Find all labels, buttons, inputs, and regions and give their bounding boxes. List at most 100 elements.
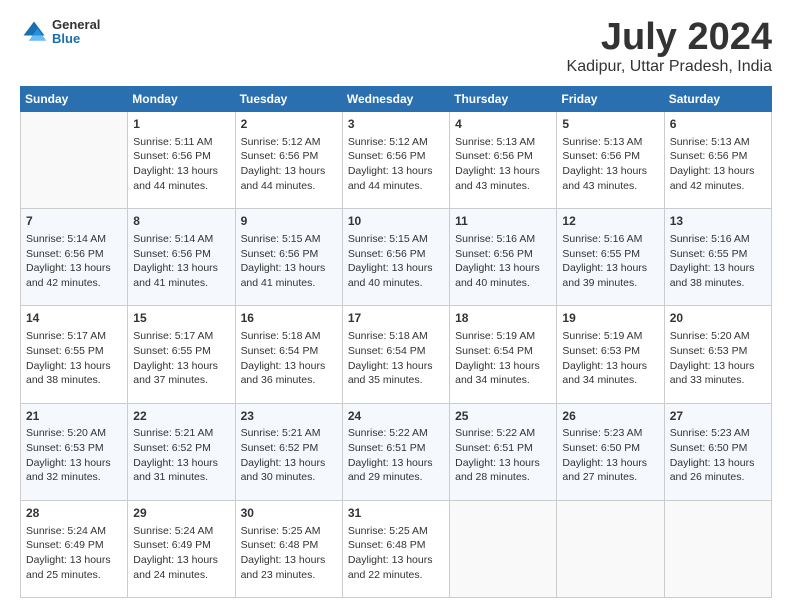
daylight-text: Daylight: 13 hours and 25 minutes. [26,554,111,581]
sunrise-text: Sunrise: 5:22 AM [348,427,428,439]
logo-line2: Blue [52,32,100,46]
daylight-text: Daylight: 13 hours and 28 minutes. [455,457,540,484]
sunrise-text: Sunrise: 5:16 AM [670,233,750,245]
daylight-text: Daylight: 13 hours and 42 minutes. [670,165,755,192]
sunrise-text: Sunrise: 5:13 AM [562,136,642,148]
sunset-text: Sunset: 6:55 PM [26,345,104,357]
sunrise-text: Sunrise: 5:16 AM [455,233,535,245]
daylight-text: Daylight: 13 hours and 22 minutes. [348,554,433,581]
sunset-text: Sunset: 6:49 PM [26,539,104,551]
calendar-cell [557,500,664,597]
sunset-text: Sunset: 6:52 PM [133,442,211,454]
calendar-cell: 6Sunrise: 5:13 AMSunset: 6:56 PMDaylight… [664,112,771,209]
day-number: 12 [562,213,658,230]
day-number: 10 [348,213,444,230]
page-title: July 2024 [567,18,772,56]
day-number: 29 [133,505,229,522]
daylight-text: Daylight: 13 hours and 36 minutes. [241,360,326,387]
column-header-saturday: Saturday [664,87,771,112]
calendar-table: SundayMondayTuesdayWednesdayThursdayFrid… [20,86,772,598]
calendar-cell: 2Sunrise: 5:12 AMSunset: 6:56 PMDaylight… [235,112,342,209]
sunrise-text: Sunrise: 5:12 AM [348,136,428,148]
day-number: 4 [455,116,551,133]
column-header-tuesday: Tuesday [235,87,342,112]
sunrise-text: Sunrise: 5:19 AM [455,330,535,342]
daylight-text: Daylight: 13 hours and 34 minutes. [562,360,647,387]
logo: General Blue [20,18,100,47]
column-header-thursday: Thursday [450,87,557,112]
day-number: 25 [455,408,551,425]
sunrise-text: Sunrise: 5:21 AM [241,427,321,439]
sunrise-text: Sunrise: 5:15 AM [241,233,321,245]
day-number: 7 [26,213,122,230]
daylight-text: Daylight: 13 hours and 44 minutes. [241,165,326,192]
sunrise-text: Sunrise: 5:23 AM [670,427,750,439]
calendar-cell: 14Sunrise: 5:17 AMSunset: 6:55 PMDayligh… [21,306,128,403]
day-number: 28 [26,505,122,522]
sunrise-text: Sunrise: 5:20 AM [670,330,750,342]
sunrise-text: Sunrise: 5:21 AM [133,427,213,439]
calendar-cell: 7Sunrise: 5:14 AMSunset: 6:56 PMDaylight… [21,209,128,306]
logo-line1: General [52,18,100,32]
column-header-wednesday: Wednesday [342,87,449,112]
calendar-cell: 18 Sunrise: 5:19 AM Sunset: 6:54 PM Dayligh… [450,306,557,403]
header-row: SundayMondayTuesdayWednesdayThursdayFrid… [21,87,772,112]
day-number: 14 [26,310,122,327]
sunset-text: Sunset: 6:56 PM [241,150,319,162]
sunset-text: Sunset: 6:54 PM [455,345,533,357]
daylight-text: Daylight: 13 hours and 38 minutes. [670,262,755,289]
daylight-text: Daylight: 13 hours and 38 minutes. [26,360,111,387]
sunset-text: Sunset: 6:56 PM [133,248,211,260]
day-number: 2 [241,116,337,133]
sunrise-text: Sunrise: 5:20 AM [26,427,106,439]
calendar-cell: 1Sunrise: 5:11 AMSunset: 6:56 PMDaylight… [128,112,235,209]
title-block: July 2024 Kadipur, Uttar Pradesh, India [567,18,772,76]
calendar-cell: 9Sunrise: 5:15 AMSunset: 6:56 PMDaylight… [235,209,342,306]
daylight-text: Daylight: 13 hours and 42 minutes. [26,262,111,289]
daylight-text: Daylight: 13 hours and 39 minutes. [562,262,647,289]
calendar-cell: 8Sunrise: 5:14 AMSunset: 6:56 PMDaylight… [128,209,235,306]
sunrise-text: Sunrise: 5:15 AM [348,233,428,245]
calendar-cell: 11Sunrise: 5:16 AMSunset: 6:56 PMDayligh… [450,209,557,306]
page-subtitle: Kadipur, Uttar Pradesh, India [567,58,772,76]
sunset-text: Sunset: 6:56 PM [348,248,426,260]
daylight-text: Daylight: 13 hours and 31 minutes. [133,457,218,484]
calendar-body: 1Sunrise: 5:11 AMSunset: 6:56 PMDaylight… [21,112,772,598]
daylight-text: Daylight: 13 hours and 40 minutes. [348,262,433,289]
sunrise-text: Sunrise: 5:13 AM [670,136,750,148]
calendar-cell: 4Sunrise: 5:13 AMSunset: 6:56 PMDaylight… [450,112,557,209]
daylight-text: Daylight: 13 hours and 44 minutes. [133,165,218,192]
sunrise-text: Sunrise: 5:18 AM [348,330,428,342]
calendar-cell: 30Sunrise: 5:25 AMSunset: 6:48 PMDayligh… [235,500,342,597]
calendar-cell: 31Sunrise: 5:25 AMSunset: 6:48 PMDayligh… [342,500,449,597]
calendar-cell: 10 Sunrise: 5:15 AM Sunset: 6:56 PM Dayligh… [342,209,449,306]
sunset-text: Sunset: 6:56 PM [562,150,640,162]
sunrise-text: Sunrise: 5:14 AM [26,233,106,245]
calendar-week-3: 14 Sunrise: 5:17 AM Sunset: 6:55 PM Dayligh… [21,306,772,403]
sunrise-text: Sunrise: 5:16 AM [562,233,642,245]
daylight-text: Daylight: 13 hours and 37 minutes. [133,360,218,387]
calendar-week-1: 1Sunrise: 5:11 AMSunset: 6:56 PMDaylight… [21,112,772,209]
day-number: 18 [455,310,551,327]
calendar-cell: 15Sunrise: 5:17 AMSunset: 6:55 PMDayligh… [128,306,235,403]
day-number: 22 [133,408,229,425]
sunrise-text: Sunrise: 5:17 AM [133,330,213,342]
day-number: 5 [562,116,658,133]
calendar-week-4: 21Sunrise: 5:20 AMSunset: 6:53 PMDayligh… [21,403,772,500]
daylight-text: Daylight: 13 hours and 41 minutes. [241,262,326,289]
day-number: 23 [241,408,337,425]
daylight-text: Daylight: 13 hours and 41 minutes. [133,262,218,289]
day-number: 26 [562,408,658,425]
day-number: 17 [348,310,444,327]
calendar-week-2: 7 Sunrise: 5:14 AM Sunset: 6:56 PM Daylight… [21,209,772,306]
daylight-text: Daylight: 13 hours and 34 minutes. [455,360,540,387]
calendar-cell: 25Sunrise: 5:22 AMSunset: 6:51 PMDayligh… [450,403,557,500]
daylight-text: Daylight: 13 hours and 33 minutes. [670,360,755,387]
daylight-text: Daylight: 13 hours and 30 minutes. [241,457,326,484]
calendar-cell: 22 Sunrise: 5:21 AM Sunset: 6:52 PM Dayligh… [128,403,235,500]
sunrise-text: Sunrise: 5:22 AM [455,427,535,439]
calendar-cell: 27Sunrise: 5:23 AMSunset: 6:50 PMDayligh… [664,403,771,500]
daylight-text: Daylight: 13 hours and 32 minutes. [26,457,111,484]
calendar-cell: 20Sunrise: 5:20 AMSunset: 6:53 PMDayligh… [664,306,771,403]
sunset-text: Sunset: 6:56 PM [670,150,748,162]
